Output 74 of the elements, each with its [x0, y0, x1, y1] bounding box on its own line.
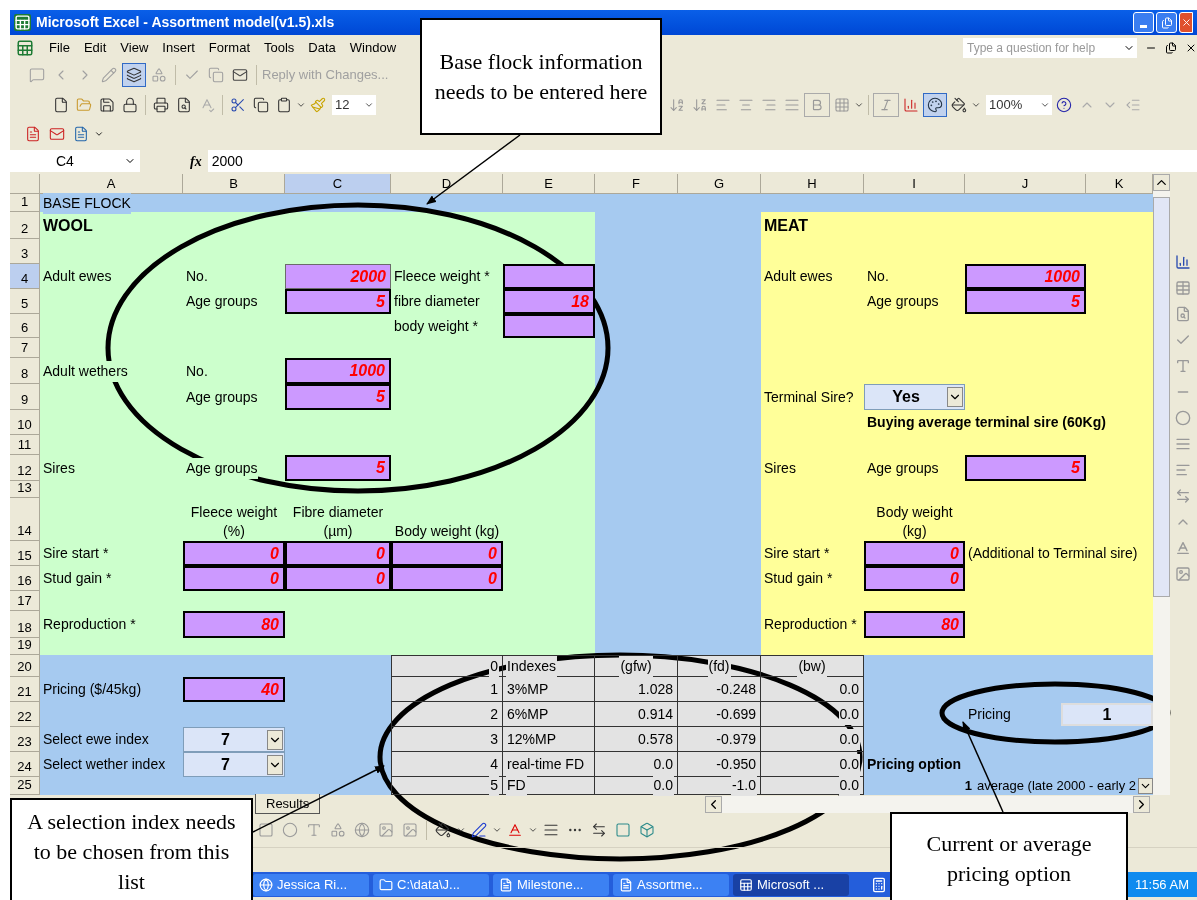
formula-field[interactable]: 2000 — [207, 150, 1197, 172]
cell-text: BASE FLOCK — [43, 192, 131, 214]
column-header[interactable]: B — [183, 174, 285, 194]
table-cell: (gfw) — [619, 655, 653, 677]
column-header[interactable]: A — [40, 174, 183, 194]
column-header[interactable]: E — [503, 174, 595, 194]
row-header[interactable]: 21 — [10, 677, 40, 702]
dropdown-cell[interactable]: 7 — [183, 727, 285, 752]
row-header[interactable]: 18 — [10, 611, 40, 638]
row-header[interactable]: 22 — [10, 702, 40, 727]
row-header[interactable]: 9 — [10, 384, 40, 410]
row-header[interactable]: 12 — [10, 455, 40, 481]
table-cell: FD — [506, 775, 527, 796]
menu-item[interactable]: Data — [301, 37, 343, 58]
column-header[interactable]: K — [1086, 174, 1153, 194]
callout-text: A selection index needs to be chosen from this list — [10, 798, 253, 900]
dropdown-cell[interactable]: Yes — [864, 384, 965, 410]
table-cell: 0.0 — [652, 775, 674, 796]
clock: 11:56 AM — [1127, 872, 1197, 897]
cell-text: Age groups — [186, 457, 258, 479]
dropdown-cell[interactable]: 7 — [183, 752, 285, 777]
table-cell: -1.0 — [730, 775, 757, 796]
taskbar-button[interactable]: Microsoft ... — [733, 873, 849, 896]
zoom-field[interactable]: 100% — [986, 95, 1052, 115]
row-header[interactable]: 23 — [10, 727, 40, 752]
table-cell: 0.0 — [838, 775, 860, 796]
row-header[interactable]: 20 — [10, 655, 40, 677]
menu-item[interactable]: Window — [342, 37, 404, 58]
taskbar-button[interactable]: Jessica Ri... — [253, 873, 369, 896]
row-header[interactable]: 25 — [10, 777, 40, 795]
callout-text: Base flock information needs to be entered here — [420, 18, 662, 135]
cell-text: Adult wethers — [43, 360, 128, 382]
column-header[interactable]: I — [864, 174, 965, 194]
taskbar-button[interactable]: C:\data\J... — [373, 873, 489, 896]
row-header[interactable]: 6 — [10, 314, 40, 338]
callout-text: Current or average pricing option — [890, 812, 1128, 900]
column-header[interactable]: J — [965, 174, 1086, 194]
taskbar-button[interactable]: Assortme... — [613, 873, 729, 896]
value-field[interactable]: 1 — [1061, 703, 1153, 726]
row-header[interactable]: 10 — [10, 410, 40, 435]
column-header[interactable]: F — [595, 174, 678, 194]
menu-item[interactable]: File — [42, 37, 77, 58]
column-header[interactable]: G — [678, 174, 761, 194]
column-header[interactable]: H — [761, 174, 864, 194]
row-header[interactable]: 3 — [10, 239, 40, 264]
column-header[interactable]: D — [391, 174, 503, 194]
function-symbol[interactable]: fx — [190, 150, 202, 172]
row-header[interactable]: 11 — [10, 435, 40, 455]
taskbar-button[interactable]: Milestone... — [493, 873, 609, 896]
row-header[interactable]: 15 — [10, 541, 40, 566]
row-header[interactable]: 16 — [10, 566, 40, 591]
row-header[interactable]: 5 — [10, 289, 40, 314]
row-header[interactable]: 8 — [10, 358, 40, 384]
row-header[interactable]: 14 — [10, 498, 40, 541]
row-header[interactable]: 19 — [10, 638, 40, 655]
row-header[interactable]: 4 — [10, 264, 40, 289]
menu-item[interactable]: View — [113, 37, 156, 58]
menu-item[interactable]: Insert — [155, 37, 202, 58]
column-header[interactable]: C — [285, 174, 391, 194]
row-header[interactable]: 2 — [10, 212, 40, 239]
column-caption: Body weight (kg) — [394, 522, 500, 541]
font-size-field[interactable]: 12 — [332, 95, 376, 115]
menu-item[interactable]: Tools — [257, 37, 302, 58]
row-header[interactable]: 17 — [10, 591, 40, 611]
row-header[interactable]: 24 — [10, 752, 40, 777]
row-header[interactable]: 13 — [10, 481, 40, 498]
row-header[interactable]: 7 — [10, 338, 40, 358]
window-title: Microsoft Excel - Assortment model(v1.5).xls — [36, 13, 336, 32]
menu-item[interactable]: Edit — [76, 37, 114, 58]
row-header[interactable]: 1 — [10, 194, 40, 212]
menu-item[interactable]: Format — [201, 37, 257, 58]
table-cell: 5 — [489, 775, 499, 796]
table-cell: Indexes — [506, 655, 558, 677]
name-box[interactable]: C4 — [10, 150, 140, 172]
